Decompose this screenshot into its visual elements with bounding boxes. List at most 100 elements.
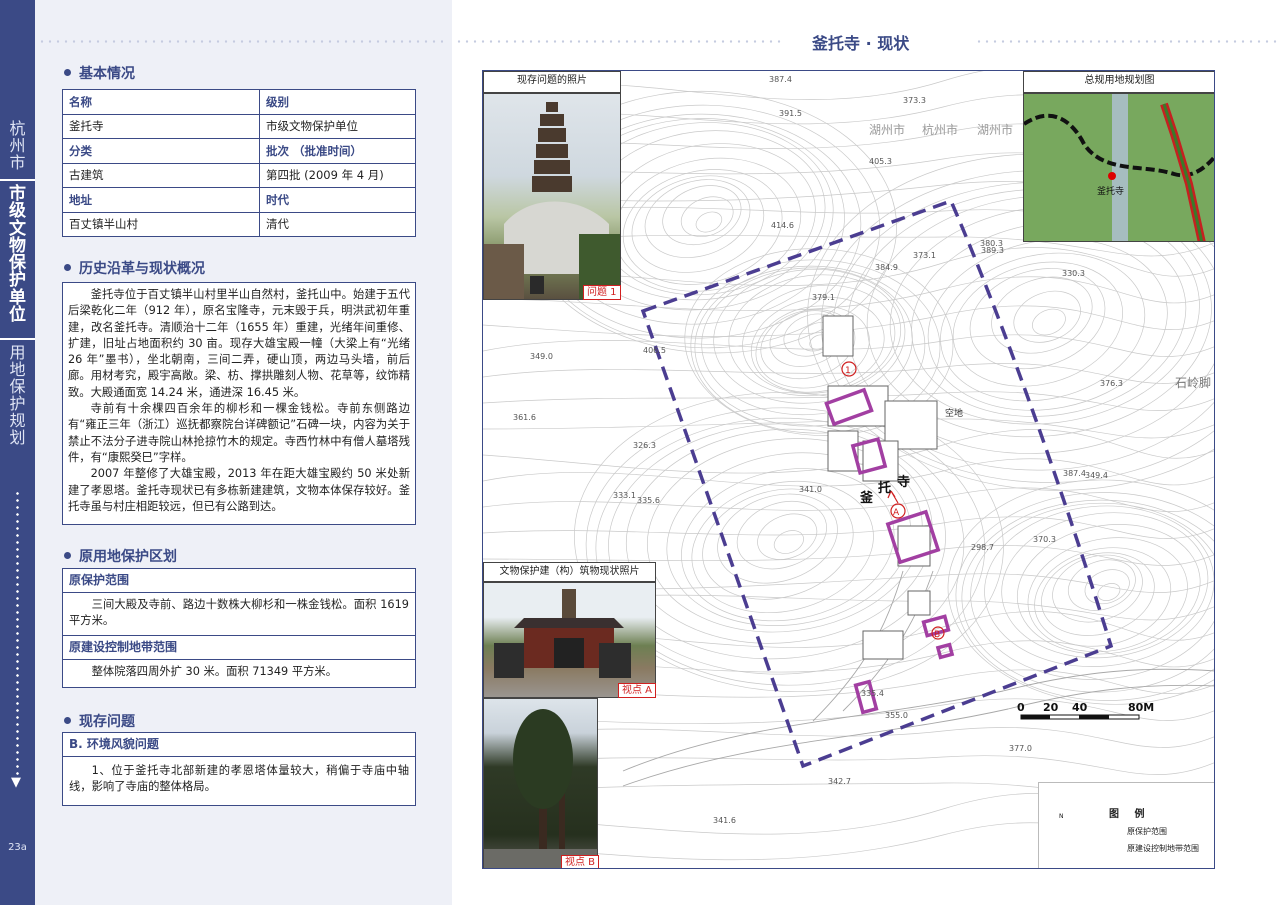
sidebar-city-char: 市 xyxy=(9,153,26,172)
elevation-label: 391.5 xyxy=(779,109,802,118)
history-paragraph: 釜托寺位于百丈镇半山村里半山自然村，釜托山中。始建于五代后梁乾化二年（912 年… xyxy=(68,288,410,399)
elevation-label: 335.6 xyxy=(637,496,660,505)
temple-label-char: 托 xyxy=(878,481,892,496)
address-label: 地址 xyxy=(62,187,260,213)
elevation-label: 389.3 xyxy=(981,246,1004,255)
legend-item-control: 原建设控制地带范围 xyxy=(1127,844,1199,853)
basic-info-heading: 基本情况 xyxy=(64,63,135,83)
empty-lot-label: 空地 xyxy=(945,409,964,419)
elevation-label: 326.3 xyxy=(633,441,656,450)
view-b-photo xyxy=(483,698,598,868)
elevation-label: 406.5 xyxy=(643,346,666,355)
dotted-divider xyxy=(975,40,1280,43)
sidebar-city-char: 杭 xyxy=(9,119,26,138)
border-label: 杭州市 xyxy=(922,123,959,137)
elevation-label: 377.0 xyxy=(1009,744,1032,753)
temple-label-char: 釜 xyxy=(860,491,874,506)
address-value: 百丈镇半山村 xyxy=(62,211,260,237)
elevation-label: 387.4 xyxy=(769,75,792,84)
dotted-divider xyxy=(38,40,443,43)
elevation-label: 414.6 xyxy=(771,221,794,230)
site-map: 1 A B 387.4373.3393.7391.5405.3371.3386.… xyxy=(482,70,1215,869)
sidebar-category-char: 位 xyxy=(9,305,26,326)
name-label: 名称 xyxy=(62,89,260,115)
sidebar-section-char: 用 xyxy=(9,343,26,362)
sidebar-section-char: 保 xyxy=(9,377,26,396)
inset-plan-title: 总规用地规划图 xyxy=(1023,71,1214,93)
level-label: 级别 xyxy=(259,89,416,115)
scale-label: 40 xyxy=(1072,701,1088,714)
general-plan-inset: 釜托寺 xyxy=(1023,93,1214,242)
history-text-box: 釜托寺位于百丈镇半山村里半山自然村，釜托山中。始建于五代后梁乾化二年（912 年… xyxy=(62,282,416,525)
era-label: 时代 xyxy=(259,187,416,213)
elevation-label: 349.0 xyxy=(530,352,553,361)
type-label: 分类 xyxy=(62,138,260,164)
era-value: 清代 xyxy=(259,211,416,237)
plan-map xyxy=(1024,94,1214,241)
elevation-label: 361.6 xyxy=(513,413,536,422)
history-heading: 历史沿革与现状概况 xyxy=(64,258,205,278)
batch-label: 批次 （批准时间） xyxy=(259,138,416,164)
inset-photo-title: 现存问题的照片 xyxy=(483,71,621,93)
issues-heading: 现存问题 xyxy=(64,711,135,731)
elevation-label: 370.3 xyxy=(1033,535,1056,544)
issue-photo xyxy=(483,93,621,300)
plan-marker-label: 釜托寺 xyxy=(1097,187,1125,197)
issue-photo-label: 问题 1 xyxy=(583,285,621,300)
scale-label: 80M xyxy=(1128,701,1155,714)
sidebar-divider xyxy=(0,179,35,181)
place-label: 石岭脚 xyxy=(1175,376,1212,390)
scale-label: 0 xyxy=(1017,701,1025,714)
issues-text: 1、位于釜托寺北部新建的孝恩塔体量较大，稍偏于寺庙中轴线，影响了寺庙的整体格局。 xyxy=(69,764,409,794)
protection-heading: 原用地保护区划 xyxy=(64,546,177,566)
page-number: 23a xyxy=(8,842,27,853)
scope-label: 原保护范围 xyxy=(63,569,415,593)
view-a-photo xyxy=(483,582,656,698)
elevation-label: 384.9 xyxy=(875,263,898,272)
svg-text:A: A xyxy=(893,508,900,518)
history-paragraph: 2007 年整修了大雄宝殿，2013 年在距大雄宝殿约 50 米处新建了孝恩塔。… xyxy=(68,467,410,513)
history-paragraph: 寺前有十余棵四百余年的柳杉和一棵金钱松。寺前东侧路边有“雍正三年（浙江）巡抚都察… xyxy=(68,402,410,464)
elevation-label: 387.4 xyxy=(1063,469,1086,478)
elevation-label: 335.4 xyxy=(861,689,884,698)
issues-sub-label: B. 环境风貌问题 xyxy=(63,733,415,757)
type-value: 古建筑 xyxy=(62,162,260,188)
bullet-icon xyxy=(64,263,71,271)
control-text: 整体院落四周外扩 30 米。面积 71349 平方米。 xyxy=(91,665,338,678)
sidebar-category: 市级文物保护单位 xyxy=(0,185,35,326)
sidebar-city-char: 州 xyxy=(9,136,26,155)
elevation-label: 330.3 xyxy=(1062,269,1085,278)
sidebar-section-char: 规 xyxy=(9,411,26,430)
view-b-label: 视点 B xyxy=(561,855,600,868)
sidebar-section: 用地保护规划 xyxy=(0,344,35,446)
svg-text:B: B xyxy=(934,630,940,640)
elevation-label: 376.3 xyxy=(1100,379,1123,388)
legend-title: 图 例 xyxy=(1109,809,1151,820)
trees-icon xyxy=(484,709,597,868)
sidebar-dots xyxy=(16,490,19,775)
bullet-icon xyxy=(64,68,71,76)
elevation-label: 342.7 xyxy=(828,777,851,786)
sidebar-divider xyxy=(0,338,35,340)
elevation-label: 298.7 xyxy=(971,543,994,552)
map-title: 釜托寺 · 现状 xyxy=(812,34,910,53)
basic-info-table: 名称 级别 釜托寺 市级文物保护单位 分类 批次 （批准时间） 古建筑 第四批 … xyxy=(62,89,416,237)
pagoda-icon xyxy=(484,102,620,299)
scale-label: 20 xyxy=(1043,701,1059,714)
down-arrow-icon: ▼ xyxy=(11,775,21,790)
legend-item-protection: 原保护范围 xyxy=(1127,827,1167,836)
elevation-label: 355.0 xyxy=(885,711,908,720)
north-label: N xyxy=(1059,813,1064,820)
temple-label-char: 寺 xyxy=(897,475,911,490)
name-value: 釜托寺 xyxy=(62,113,260,139)
elevation-label: 341.6 xyxy=(713,816,736,825)
sidebar-section-char: 地 xyxy=(9,360,26,379)
elevation-label: 405.3 xyxy=(869,157,892,166)
elevation-label: 341.0 xyxy=(799,485,822,494)
control-label: 原建设控制地带范围 xyxy=(63,636,415,660)
border-label: 湖州市 xyxy=(869,123,906,137)
sidebar-city: 杭州市 xyxy=(0,120,35,171)
scope-text: 三间大殿及寺前、路边十数株大柳杉和一株金钱松。面积 1619 平方米。 xyxy=(63,593,415,636)
border-label: 湖州市 xyxy=(977,123,1014,137)
view-a-label: 视点 A xyxy=(618,683,657,698)
